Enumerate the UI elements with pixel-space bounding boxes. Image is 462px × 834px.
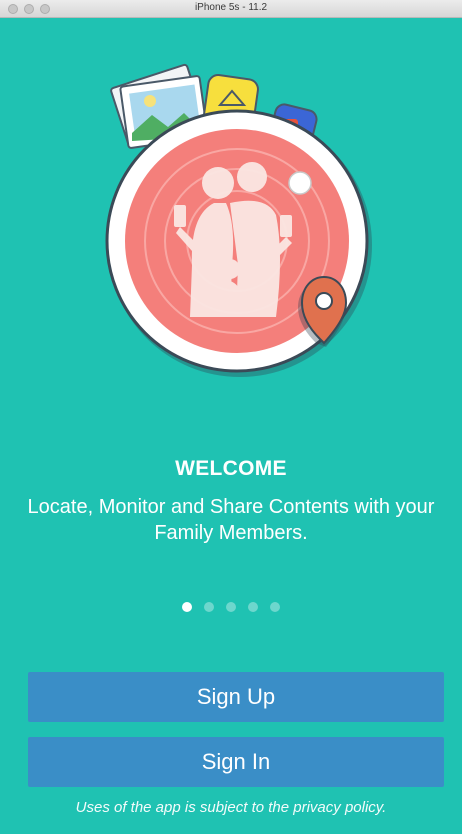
privacy-policy-notice[interactable]: Uses of the app is subject to the privac… [0,799,462,816]
welcome-subtitle: Locate, Monitor and Share Contents with … [27,496,435,544]
window-titlebar: iPhone 5s - 11.2 [0,0,462,18]
page-dot[interactable] [248,602,258,612]
window-title: iPhone 5s - 11.2 [194,2,268,13]
welcome-heading: WELCOME [175,457,287,480]
page-dot[interactable] [226,602,236,612]
sign-in-button[interactable]: Sign In [28,737,444,787]
sign-up-button[interactable]: Sign Up [28,672,444,722]
page-dot[interactable] [270,602,280,612]
page-indicator[interactable] [0,602,462,614]
page-dot[interactable] [182,602,192,612]
simulator-window: iPhone 5s - 11.2 WELCOME Locate, Monitor… [0,0,462,834]
welcome-illustration [105,63,372,377]
page-dot[interactable] [204,602,214,612]
